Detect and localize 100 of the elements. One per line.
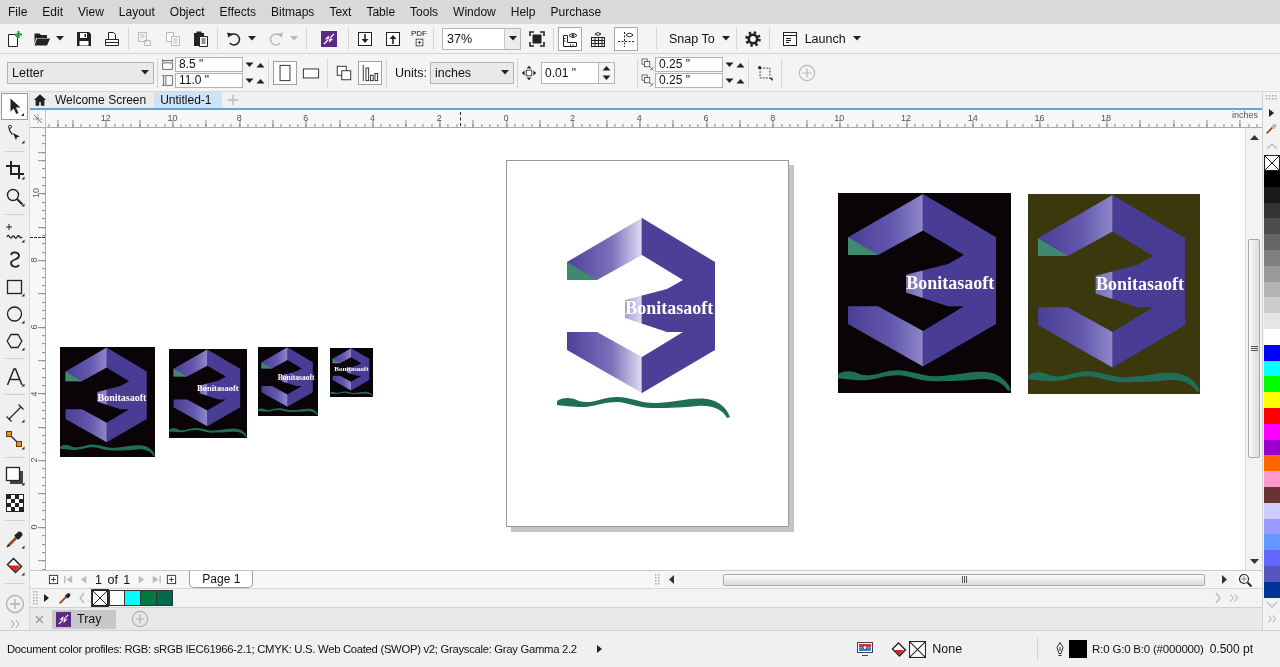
color-swatch[interactable] xyxy=(1263,392,1280,408)
color-swatch[interactable] xyxy=(1263,376,1280,393)
triangle-right-icon[interactable] xyxy=(44,594,49,602)
diagonal-arrows-icon[interactable] xyxy=(321,30,337,47)
caret-icon[interactable] xyxy=(56,36,64,41)
menu-item[interactable]: Layout xyxy=(111,4,163,20)
tray-tab[interactable]: Tray xyxy=(52,609,116,629)
scrollbar-thumb[interactable] xyxy=(723,573,1205,586)
freehand-icon[interactable] xyxy=(4,222,25,243)
menu-item[interactable]: Window xyxy=(445,4,504,20)
offset-y-field[interactable]: 0.25 " xyxy=(654,73,723,88)
units-dropdown[interactable]: inches xyxy=(429,61,514,84)
color-swatch[interactable] xyxy=(141,590,157,606)
new-document-icon[interactable] xyxy=(6,30,22,47)
outline-color-label: R:0 G:0 B:0 (#000000) xyxy=(1092,643,1204,655)
nudge-distance-field[interactable]: 0.01 " xyxy=(540,61,599,84)
print-icon[interactable] xyxy=(104,30,120,47)
launch-button[interactable]: Launch xyxy=(777,30,865,47)
grip-icon[interactable] xyxy=(1266,95,1277,100)
logo-text: Bonitasaoft xyxy=(906,273,995,294)
triangle-right-icon[interactable] xyxy=(596,645,602,653)
menu-item[interactable]: View xyxy=(70,4,112,20)
full-screen-icon[interactable] xyxy=(529,30,545,47)
menu-item[interactable]: File xyxy=(0,4,35,20)
zoom-icon[interactable] xyxy=(4,186,25,207)
color-swatch[interactable] xyxy=(1263,234,1280,250)
spin-down-icon[interactable] xyxy=(601,73,611,82)
add-page-icon[interactable] xyxy=(166,574,178,585)
page-tab[interactable]: Page 1 xyxy=(189,571,254,588)
scrollbar-thumb[interactable] xyxy=(1248,239,1260,458)
pointer-icon[interactable] xyxy=(1,93,28,120)
drop-shadow-icon[interactable] xyxy=(4,465,25,486)
color-swatch[interactable] xyxy=(1263,550,1280,566)
ruler-origin-icon[interactable] xyxy=(31,112,44,125)
color-swatch[interactable] xyxy=(1263,218,1280,235)
no-color-swatch[interactable] xyxy=(1263,155,1280,171)
document-tab[interactable]: Untitled-1 xyxy=(154,92,222,108)
connector-icon[interactable] xyxy=(4,429,25,450)
text-tool-icon[interactable] xyxy=(4,366,25,387)
overlapping-squares-icon[interactable] xyxy=(335,63,353,82)
eyedropper-icon[interactable] xyxy=(58,591,72,605)
clipboard-icon[interactable] xyxy=(193,30,209,47)
menu-item[interactable]: Tools xyxy=(402,4,446,20)
ruler-number: 4 xyxy=(28,391,39,397)
export-icon[interactable] xyxy=(385,30,401,47)
color-swatch[interactable] xyxy=(109,590,125,606)
menu-item[interactable]: Table xyxy=(358,4,403,20)
scroll-left-icon[interactable] xyxy=(668,575,674,584)
grid-icon[interactable] xyxy=(590,30,606,47)
color-swatch[interactable] xyxy=(1263,471,1280,487)
settings-icon[interactable] xyxy=(744,30,761,47)
grip-icon[interactable] xyxy=(33,591,38,605)
ruler-number: 12 xyxy=(100,113,111,123)
document-tab[interactable]: Welcome Screen xyxy=(30,92,155,108)
no-color-swatch[interactable] xyxy=(91,589,109,607)
snap-to-button[interactable]: Snap To xyxy=(665,31,734,46)
menu-item[interactable]: Edit xyxy=(34,4,71,20)
crop-icon[interactable] xyxy=(4,159,25,180)
zoom-icon[interactable] xyxy=(1238,572,1252,587)
scroll-right-icon[interactable] xyxy=(1222,575,1228,584)
color-swatch[interactable] xyxy=(1263,313,1280,329)
paper-size-dropdown[interactable]: Letter xyxy=(7,61,154,84)
color-swatch[interactable] xyxy=(1263,455,1280,472)
portrait-icon[interactable] xyxy=(273,60,297,85)
menu-item[interactable]: Bitmaps xyxy=(263,4,322,20)
color-profiles-text: Document color profiles: RGB: sRGB IEC61966-2.1; CMYK: U.S. Web Coated (SWOP) v2; Grayscale: Gray Gamma 2.2 xyxy=(7,643,577,655)
offset-x-field[interactable]: 0.25 " xyxy=(654,57,723,72)
color-swatch[interactable] xyxy=(1263,171,1280,187)
checkerboard-icon[interactable] xyxy=(4,492,25,513)
save-icon[interactable] xyxy=(76,30,92,47)
guidelines-icon[interactable] xyxy=(614,26,638,51)
page-height-field[interactable]: 11.0 " xyxy=(175,73,243,88)
color-swatch[interactable] xyxy=(1263,534,1280,551)
splitter-grip-icon[interactable] xyxy=(655,574,660,585)
monitor-icon[interactable] xyxy=(857,642,874,656)
spin-up-icon[interactable] xyxy=(601,63,611,72)
scroll-up-icon[interactable] xyxy=(1249,134,1259,140)
caret-icon[interactable] xyxy=(248,36,256,41)
menu-item[interactable]: Purchase xyxy=(542,4,609,20)
zoom-level-dropdown[interactable]: 37% xyxy=(442,27,521,50)
color-swatch[interactable] xyxy=(1263,297,1280,314)
import-icon[interactable] xyxy=(357,30,373,47)
paint-bucket-icon[interactable] xyxy=(4,555,25,576)
page-bars-icon[interactable] xyxy=(358,60,382,85)
color-swatch[interactable] xyxy=(157,590,173,606)
triangle-right-icon[interactable] xyxy=(1269,109,1274,117)
pdf-button[interactable]: PDF xyxy=(411,30,427,47)
dimension-line-icon[interactable] xyxy=(4,402,25,423)
add-page-icon[interactable] xyxy=(48,574,59,585)
menu-item[interactable]: Object xyxy=(162,4,213,20)
ruler-icon[interactable] xyxy=(558,26,582,51)
undo-icon[interactable] xyxy=(226,30,242,47)
ellipse-icon[interactable] xyxy=(4,303,25,324)
color-swatch[interactable] xyxy=(125,590,141,606)
menu-item[interactable]: Help xyxy=(503,4,543,20)
menu-item[interactable]: Effects xyxy=(212,4,264,20)
page-width-field[interactable]: 8.5 " xyxy=(175,57,243,72)
scroll-down-icon[interactable] xyxy=(1249,559,1259,565)
dashed-frame-icon[interactable] xyxy=(755,63,774,82)
menu-item[interactable]: Text xyxy=(321,4,359,20)
